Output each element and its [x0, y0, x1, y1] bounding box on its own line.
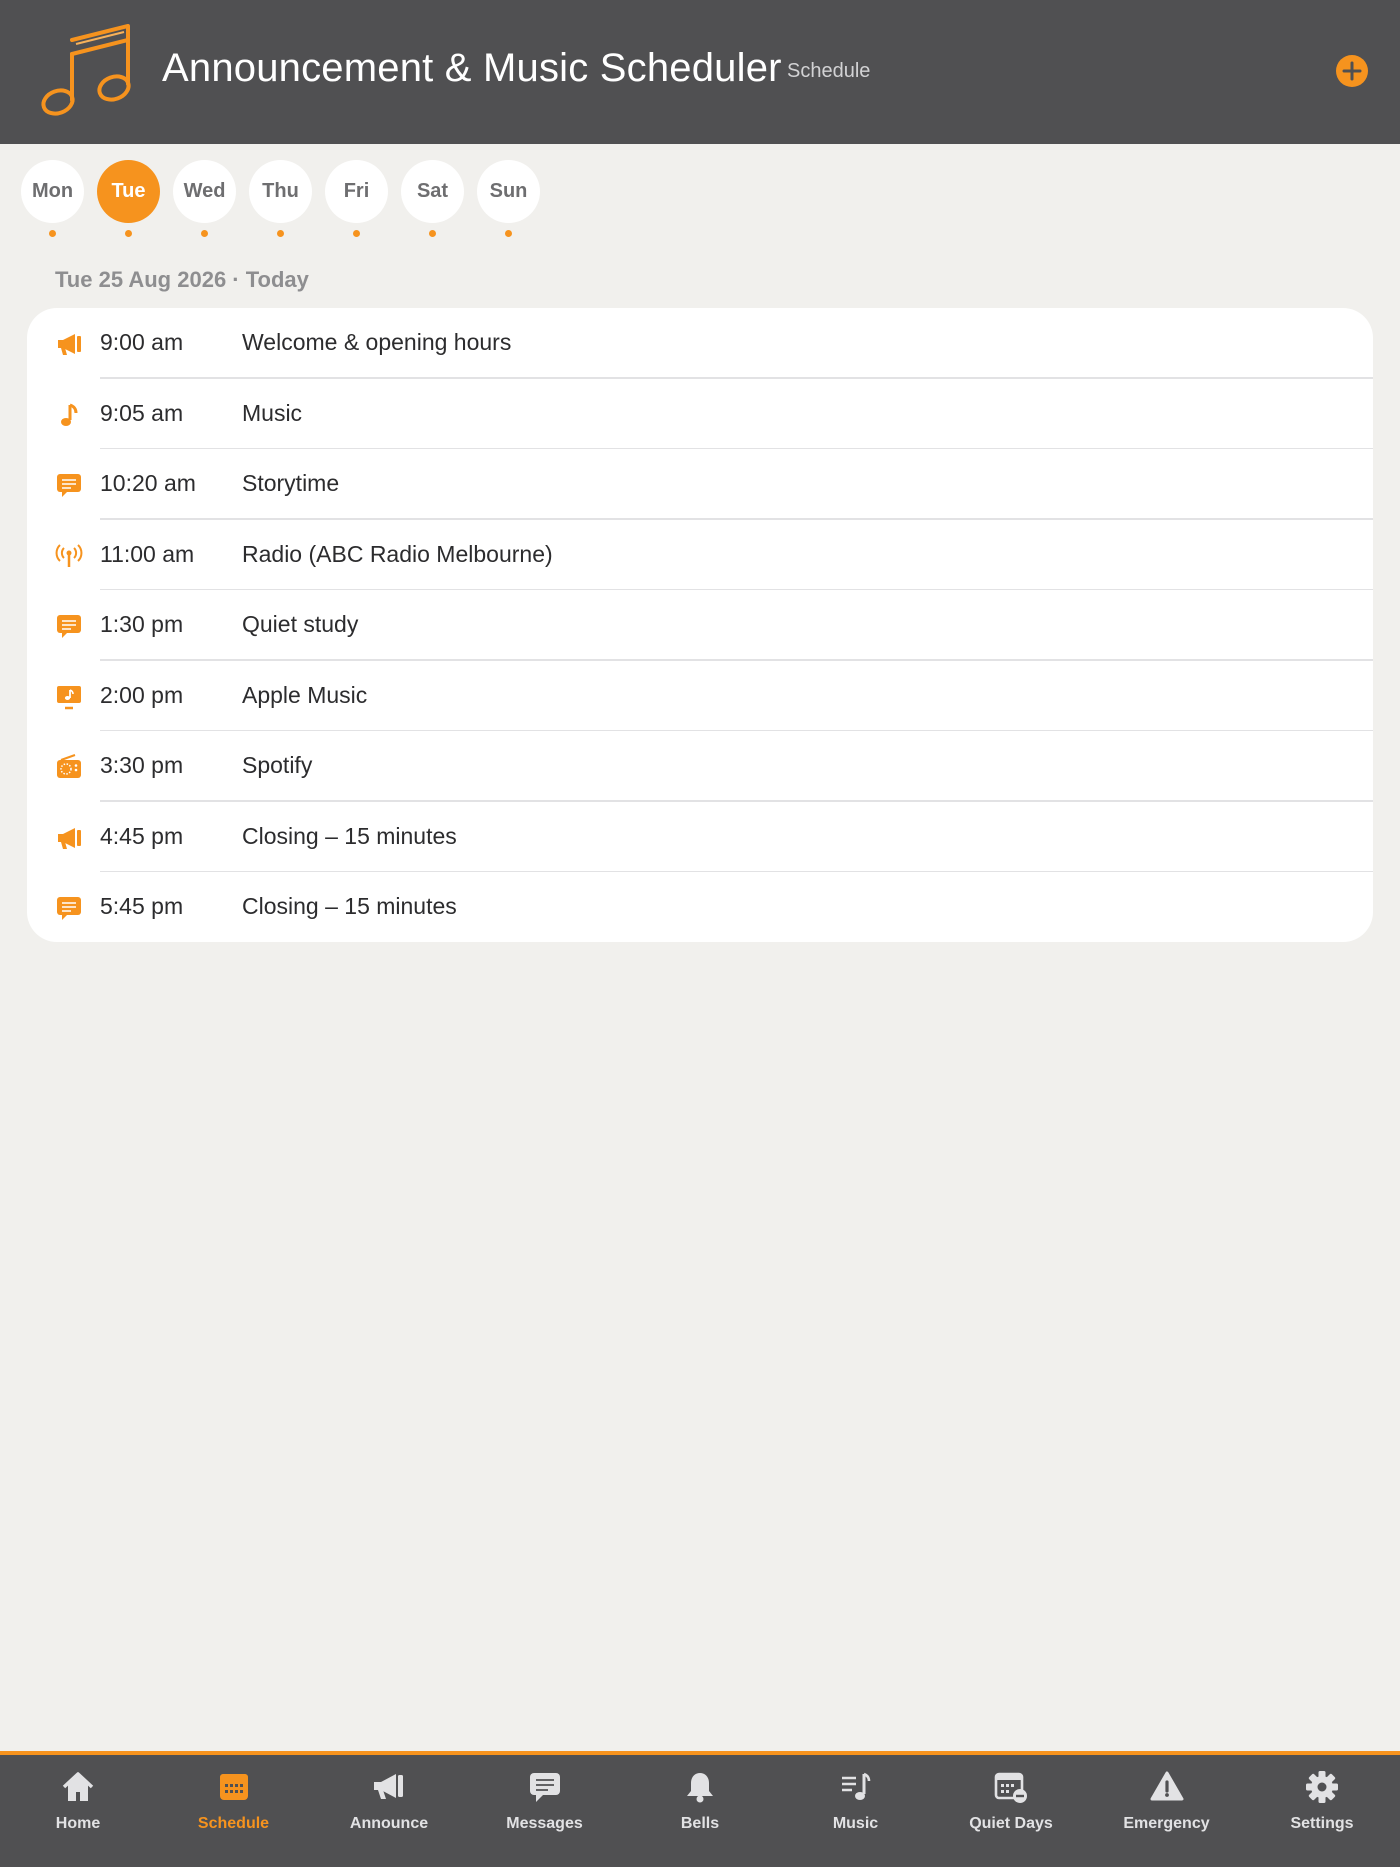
schedule-time: 11:00 am — [100, 540, 195, 567]
day-event-dot — [429, 230, 436, 237]
schedule-row[interactable]: 2:00 pm Apple Music — [27, 661, 1373, 731]
app-header: Announcement & Music Scheduler Schedule — [0, 0, 1400, 144]
tab-emergency[interactable]: Emergency — [1092, 1755, 1242, 1867]
tab-messages[interactable]: Messages — [470, 1755, 620, 1867]
tab-label: Emergency — [1123, 1815, 1210, 1832]
tab-label: Bells — [680, 1815, 720, 1832]
tab-music[interactable]: Music — [781, 1755, 931, 1867]
tab-bells[interactable]: Bells — [625, 1755, 775, 1867]
schedule-row[interactable]: 10:20 am Storytime — [27, 449, 1373, 520]
tab-label: Messages — [506, 1815, 583, 1832]
radio-antenna-icon — [55, 543, 83, 567]
schedule-row[interactable]: 11:00 am Radio (ABC Radio Melbourne) — [27, 520, 1373, 590]
schedule-title: Apple Music — [242, 681, 368, 708]
schedule-time: 2:00 pm — [100, 681, 184, 708]
message-bubble-icon — [529, 1773, 560, 1802]
schedule-title: Quiet study — [242, 611, 359, 637]
schedule-row[interactable]: 3:30 pm Spotify — [27, 731, 1373, 802]
radio-icon — [57, 754, 81, 778]
message-bubble-icon — [57, 897, 81, 920]
schedule-time: 9:05 am — [100, 399, 184, 426]
day-sun[interactable]: Sun — [477, 160, 540, 223]
tab-label: Settings — [1290, 1815, 1354, 1832]
message-bubble-icon — [57, 474, 81, 497]
add-button[interactable] — [1336, 55, 1368, 87]
schedule-time: 5:45 pm — [100, 893, 184, 919]
day-event-dot — [201, 230, 208, 237]
tab-quiet-days[interactable]: Quiet Days — [936, 1755, 1086, 1867]
day-wed[interactable]: Wed — [173, 160, 236, 223]
plus-circle-icon — [1342, 61, 1362, 81]
tab-label: Announce — [349, 1815, 429, 1832]
date-heading: Tue 25 Aug 2026 · Today — [55, 267, 309, 292]
schedule-row[interactable]: 9:00 am Welcome & opening hours — [27, 308, 1373, 379]
schedule-row[interactable]: 5:45 pm Closing – 15 minutes — [27, 872, 1373, 943]
schedule-list: 9:00 am Welcome & opening hours 9:05 am Mus… — [27, 308, 1373, 942]
megaphone-icon — [58, 827, 81, 849]
day-mon[interactable]: Mon — [21, 160, 84, 223]
tab-label: Home — [55, 1815, 101, 1832]
schedule-title: Welcome & opening hours — [242, 329, 512, 355]
music-screen-icon — [57, 685, 81, 709]
tab-bar: Home Schedule Announce Messages Bells Music Qu… — [0, 1751, 1400, 1867]
app-title: Announcement & Music Scheduler — [162, 46, 782, 90]
calendar-minus-icon — [994, 1772, 1027, 1803]
warning-icon — [1150, 1771, 1183, 1801]
music-list-icon — [841, 1772, 870, 1800]
day-sat[interactable]: Sat — [401, 160, 464, 223]
schedule-time: 1:30 pm — [100, 611, 184, 637]
tab-schedule[interactable]: Schedule — [159, 1755, 309, 1867]
megaphone-icon — [58, 334, 81, 355]
day-tue[interactable]: Tue — [97, 160, 160, 223]
gear-icon — [1306, 1771, 1338, 1803]
bell-icon — [687, 1773, 713, 1803]
schedule-title: Spotify — [242, 752, 313, 778]
megaphone-icon — [374, 1774, 403, 1799]
screen-label: Schedule — [787, 60, 871, 82]
schedule-time: 10:20 am — [100, 470, 196, 496]
tab-announce[interactable]: Announce — [314, 1755, 464, 1867]
schedule-title: Closing – 15 minutes — [242, 822, 457, 849]
schedule-title: Storytime — [242, 470, 340, 496]
schedule-title: Radio (ABC Radio Melbourne) — [242, 540, 553, 567]
tab-label: Quiet Days — [969, 1815, 1053, 1832]
home-icon — [62, 1772, 94, 1801]
day-fri[interactable]: Fri — [325, 160, 388, 223]
day-thu[interactable]: Thu — [249, 160, 312, 223]
message-bubble-icon — [57, 615, 81, 638]
day-event-dot — [505, 230, 512, 237]
schedule-time: 4:45 pm — [100, 822, 184, 849]
music-note-icon — [61, 403, 78, 426]
music-notes-icon — [41, 24, 131, 116]
schedule-row[interactable]: 1:30 pm Quiet study — [27, 590, 1373, 661]
schedule-title: Closing – 15 minutes — [242, 893, 457, 919]
day-event-dot — [353, 230, 360, 237]
schedule-time: 9:00 am — [100, 329, 184, 355]
tab-label: Schedule — [197, 1815, 270, 1832]
day-event-dot — [49, 230, 56, 237]
schedule-row[interactable]: 4:45 pm Closing – 15 minutes — [27, 802, 1373, 872]
schedule-title: Music — [242, 399, 303, 426]
schedule-time: 3:30 pm — [100, 752, 184, 778]
tab-home[interactable]: Home — [3, 1755, 153, 1867]
schedule-row[interactable]: 9:05 am Music — [27, 379, 1373, 449]
day-event-dot — [125, 230, 132, 237]
tab-label: Music — [832, 1815, 879, 1832]
tab-settings[interactable]: Settings — [1247, 1755, 1397, 1867]
calendar-icon — [219, 1774, 248, 1800]
day-event-dot — [277, 230, 284, 237]
